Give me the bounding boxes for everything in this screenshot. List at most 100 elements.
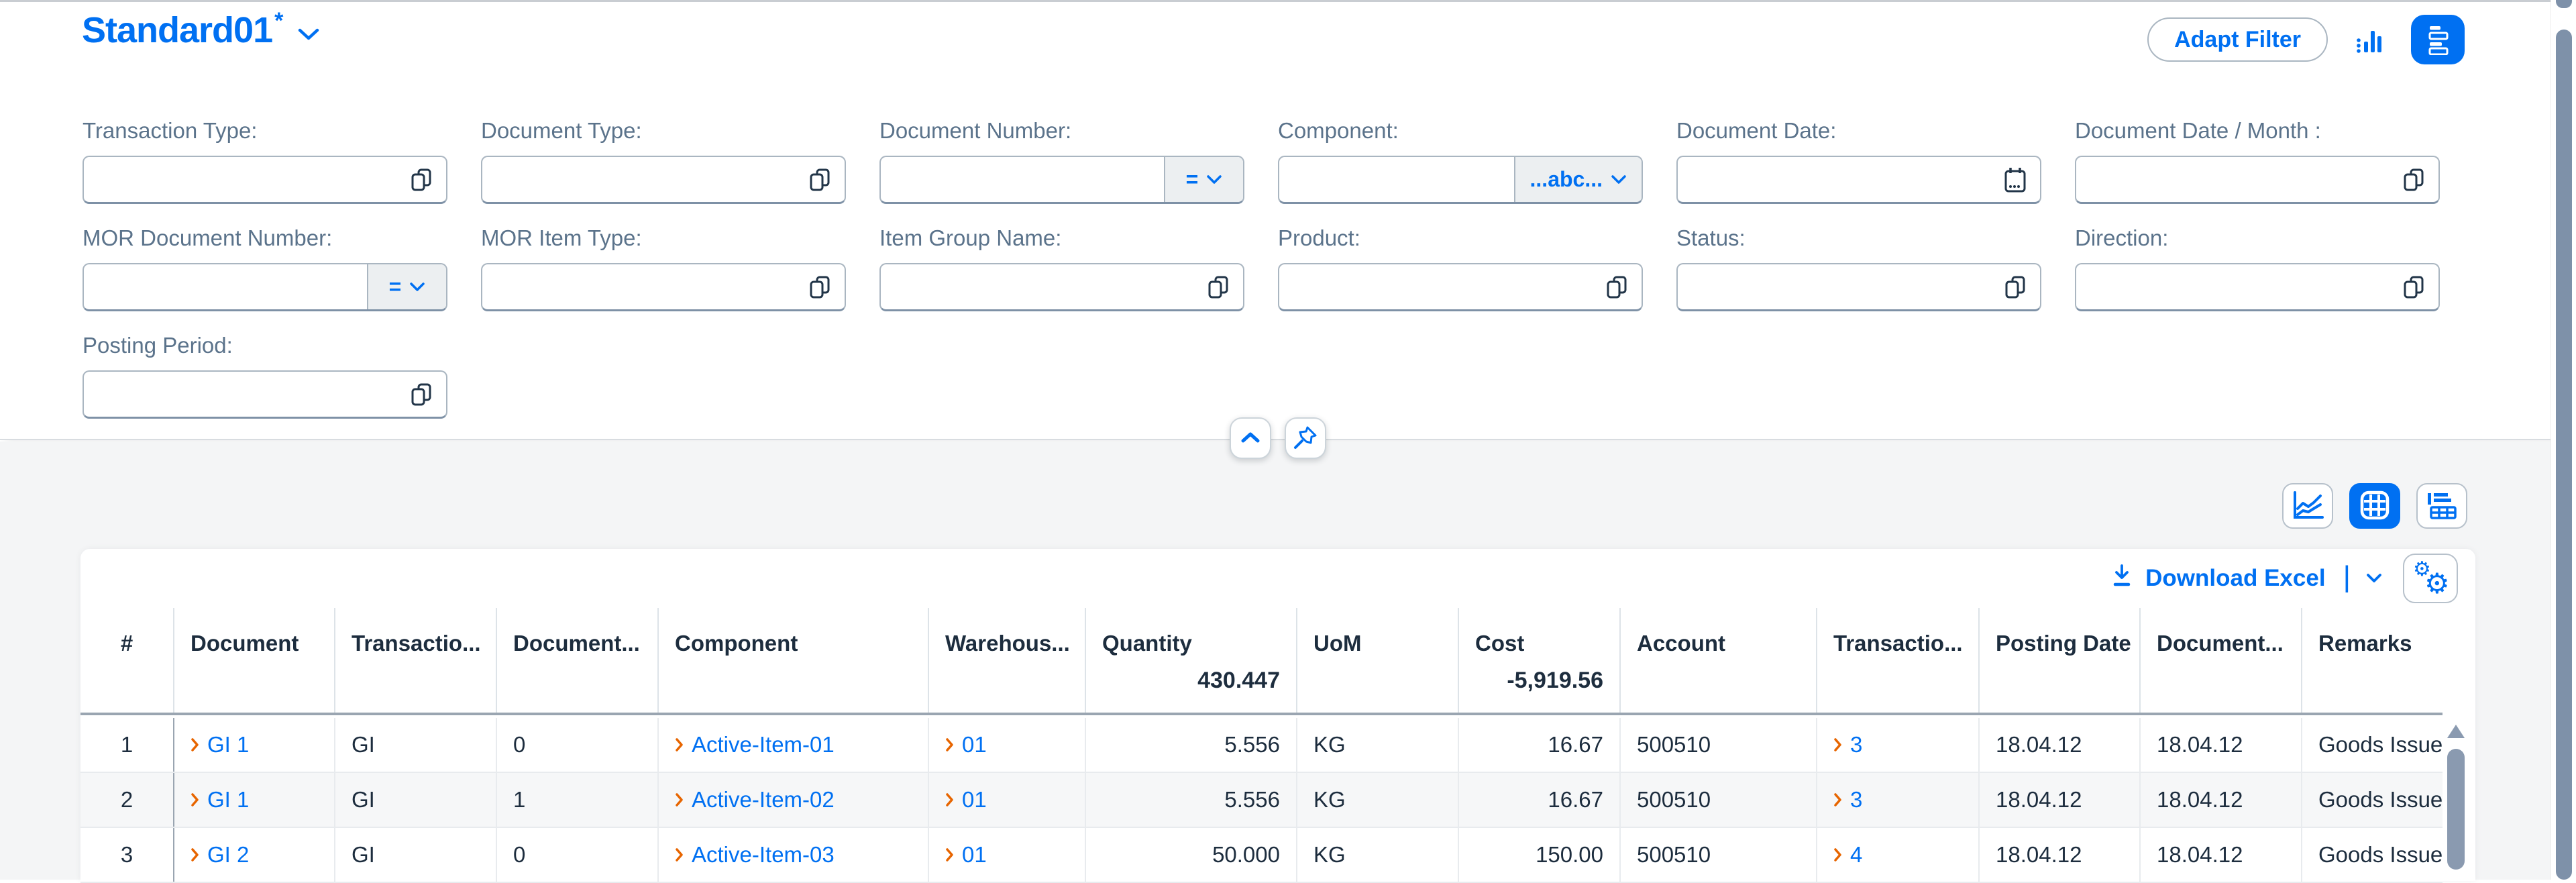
- filter-input[interactable]: [482, 157, 795, 202]
- cell-link[interactable]: 4: [1850, 842, 1862, 868]
- nav-link[interactable]: 3: [1833, 787, 1862, 813]
- cell-link[interactable]: GI 1: [207, 787, 249, 813]
- filter-input[interactable]: [2076, 157, 2389, 202]
- column-header-component-4[interactable]: Component: [657, 608, 928, 713]
- filter-input[interactable]: [1678, 157, 1990, 202]
- column-header-warehous-5[interactable]: Warehous...: [928, 608, 1085, 713]
- filter-field-direction[interactable]: [2075, 263, 2440, 311]
- value-help-button[interactable]: [795, 157, 845, 202]
- filter-input[interactable]: [2076, 264, 2389, 309]
- variant-selector-chevron-icon[interactable]: [297, 27, 320, 42]
- cell-link[interactable]: 01: [962, 732, 987, 758]
- download-options-chevron-icon[interactable]: [2365, 572, 2383, 584]
- chart-view-button[interactable]: [2282, 483, 2333, 529]
- filter-field-product[interactable]: [1278, 263, 1643, 311]
- pin-filter-bar-button[interactable]: [1285, 417, 1326, 459]
- nav-link[interactable]: 01: [945, 787, 987, 813]
- filter-condition-dropdown[interactable]: =: [367, 264, 446, 309]
- column-header-col-0[interactable]: #: [80, 608, 173, 713]
- column-header-account-9[interactable]: Account: [1619, 608, 1816, 713]
- column-header-transactio-2[interactable]: Transactio...: [334, 608, 496, 713]
- filter-input[interactable]: [1279, 157, 1514, 202]
- filter-input[interactable]: [881, 264, 1193, 309]
- column-header-transactio-10[interactable]: Transactio...: [1816, 608, 1978, 713]
- filter-field-item-group-name[interactable]: [879, 263, 1244, 311]
- column-header-document-1[interactable]: Document: [173, 608, 334, 713]
- cell-link[interactable]: 3: [1850, 787, 1862, 813]
- column-header-posting-date-11[interactable]: Posting Date: [1978, 608, 2139, 713]
- column-header-document-3[interactable]: Document...: [496, 608, 657, 713]
- column-header-label: Document...: [513, 631, 640, 656]
- filter-field-posting-period[interactable]: [83, 370, 447, 419]
- cell-link[interactable]: Active-Item-02: [692, 787, 835, 813]
- value-help-button[interactable]: [396, 372, 446, 417]
- nav-link[interactable]: GI 1: [191, 732, 249, 758]
- nav-link[interactable]: 4: [1833, 842, 1862, 868]
- adapt-filter-button[interactable]: Adapt Filter: [2147, 17, 2328, 62]
- value-help-button[interactable]: [396, 157, 446, 202]
- column-header-uom-7[interactable]: UoM: [1296, 608, 1458, 713]
- cell-link[interactable]: Active-Item-01: [692, 732, 835, 758]
- value-help-button[interactable]: [1193, 264, 1243, 309]
- value-help-button[interactable]: [2389, 157, 2438, 202]
- filter-field-mor-item-type[interactable]: [481, 263, 846, 311]
- filter-input[interactable]: [1678, 264, 1990, 309]
- nav-link[interactable]: 3: [1833, 732, 1862, 758]
- filter-field-document-date-month[interactable]: [2075, 156, 2440, 204]
- cell-link[interactable]: 3: [1850, 732, 1862, 758]
- nav-link[interactable]: GI 2: [191, 842, 249, 868]
- column-header-document-12[interactable]: Document...: [2139, 608, 2301, 713]
- nav-link[interactable]: 01: [945, 732, 987, 758]
- filter-input[interactable]: [881, 157, 1164, 202]
- nav-link[interactable]: Active-Item-03: [675, 842, 835, 868]
- page-title[interactable]: Standard01*: [82, 9, 282, 51]
- page-scrollbar[interactable]: [2551, 0, 2576, 880]
- nav-link[interactable]: Active-Item-01: [675, 732, 835, 758]
- filter-field-component[interactable]: ...abc...: [1278, 156, 1643, 204]
- table-settings-button[interactable]: ⚙⚙: [2403, 554, 2458, 603]
- bar-chart-icon[interactable]: [2355, 24, 2384, 55]
- nav-link[interactable]: GI 1: [191, 787, 249, 813]
- cell-link[interactable]: GI 2: [207, 842, 249, 868]
- table-scrollbar-thumb[interactable]: [2447, 749, 2465, 870]
- column-header-quantity-6[interactable]: Quantity430.447: [1085, 608, 1296, 713]
- column-header-cost-8[interactable]: Cost-5,919.56: [1458, 608, 1619, 713]
- filter-field-document-date[interactable]: [1676, 156, 2041, 204]
- column-header-remarks-13[interactable]: Remarks: [2301, 608, 2443, 713]
- download-label: Download Excel: [2145, 565, 2325, 592]
- table-row[interactable]: 3GI 2GI0Active-Item-030150.000KG150.0050…: [80, 828, 2443, 883]
- filter-input[interactable]: [84, 264, 367, 309]
- cell-link[interactable]: Active-Item-03: [692, 842, 835, 868]
- filter-field-mor-document-number[interactable]: =: [83, 263, 447, 311]
- filter-field-document-type[interactable]: [481, 156, 846, 204]
- table-row[interactable]: 2GI 1GI1Active-Item-02015.556KG16.675005…: [80, 773, 2443, 828]
- calendar-button[interactable]: [1990, 157, 2040, 202]
- nav-link[interactable]: Active-Item-02: [675, 787, 835, 813]
- filter-condition-dropdown[interactable]: ...abc...: [1514, 157, 1642, 202]
- table-view-button[interactable]: [2349, 483, 2400, 529]
- filter-condition-dropdown[interactable]: =: [1164, 157, 1243, 202]
- cell-link[interactable]: 01: [962, 842, 987, 868]
- page-scrollbar-thumb[interactable]: [2556, 30, 2572, 880]
- cell-link[interactable]: 01: [962, 787, 987, 813]
- filter-field-status[interactable]: [1676, 263, 2041, 311]
- cell-link[interactable]: GI 1: [207, 732, 249, 758]
- details-view-button[interactable]: [2416, 483, 2467, 529]
- table-row[interactable]: 1GI 1GI0Active-Item-01015.556KG16.675005…: [80, 718, 2443, 773]
- filter-field-document-number[interactable]: =: [879, 156, 1244, 204]
- filter-fields-button[interactable]: [2411, 15, 2465, 64]
- filter-input[interactable]: [84, 372, 396, 417]
- table-scrollbar[interactable]: [2447, 725, 2465, 870]
- filter-input[interactable]: [482, 264, 795, 309]
- download-excel-link[interactable]: Download Excel: [2110, 564, 2325, 594]
- value-help-button[interactable]: [795, 264, 845, 309]
- filter-field-transaction-type[interactable]: [83, 156, 447, 204]
- value-help-button[interactable]: [1990, 264, 2040, 309]
- nav-link[interactable]: 01: [945, 842, 987, 868]
- filter-input[interactable]: [84, 157, 396, 202]
- collapse-filter-bar-button[interactable]: [1230, 417, 1271, 459]
- value-help-button[interactable]: [2389, 264, 2438, 309]
- value-help-button[interactable]: [1592, 264, 1642, 309]
- filter-input[interactable]: [1279, 264, 1592, 309]
- scroll-up-arrow-icon[interactable]: [2447, 725, 2465, 738]
